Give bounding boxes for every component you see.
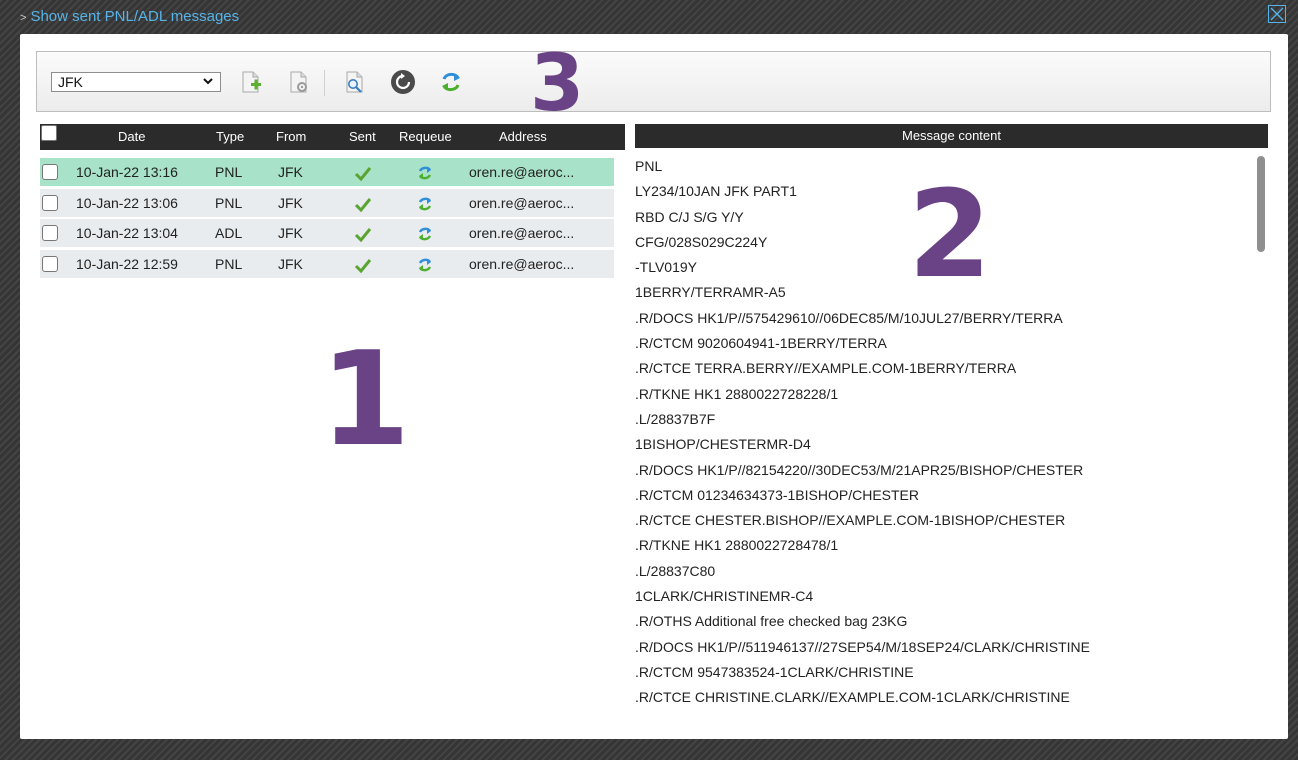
message-line: .R/DOCS HK1/P//82154220//30DEC53/M/21APR…	[635, 461, 1084, 478]
table-row[interactable]: 10-Jan-22 13:04 ADL JFK oren.re@aeroc...	[40, 219, 614, 247]
message-line: .R/CTCM 9020604941-1BERRY/TERRA	[635, 335, 887, 352]
column-date[interactable]: Date	[118, 129, 145, 144]
search-button[interactable]	[341, 68, 369, 96]
message-line: 1CLARK/CHRISTINEMR-C4	[635, 588, 814, 605]
row-address: oren.re@aeroc...	[469, 164, 575, 180]
requeue-icon[interactable]	[416, 225, 434, 243]
close-button[interactable]	[1268, 5, 1286, 23]
row-date: 10-Jan-22 13:04	[76, 225, 178, 241]
message-line: .L/28837C80	[635, 562, 716, 579]
new-message-button[interactable]	[237, 68, 265, 96]
requeue-icon[interactable]	[416, 164, 434, 182]
create-settings-button[interactable]	[285, 68, 313, 96]
station-select[interactable]: JFK	[51, 72, 221, 92]
dialog-title[interactable]: > Show sent PNL/ADL messages	[20, 8, 239, 25]
message-line: .R/CTCE CHESTER.BISHOP//EXAMPLE.COM-1BIS…	[635, 512, 1066, 529]
chevron-down-icon	[203, 78, 213, 85]
message-line: .R/OTHS Additional free checked bag 23KG	[635, 613, 908, 630]
row-from: JFK	[278, 194, 303, 211]
new-message-icon	[242, 71, 261, 93]
row-checkbox[interactable]	[42, 194, 58, 211]
sent-check-icon	[354, 228, 372, 243]
select-all-checkbox[interactable]	[41, 125, 57, 141]
refresh-icon	[391, 70, 415, 94]
sent-check-icon	[354, 258, 372, 273]
requeue-icon	[442, 72, 460, 92]
table-row[interactable]: 10-Jan-22 13:16 PNL JFK oren.re@aeroc...	[40, 158, 614, 186]
row-type: PNL	[215, 164, 243, 180]
row-type: PNL	[215, 255, 243, 272]
row-checkbox[interactable]	[42, 225, 58, 241]
message-line: .R/CTCE CHRISTINE.CLARK//EXAMPLE.COM-1CL…	[635, 689, 1070, 706]
row-address: oren.re@aeroc...	[469, 194, 575, 211]
search-icon	[346, 71, 363, 93]
sent-check-icon	[354, 167, 372, 182]
dialog-title-label: Show sent PNL/ADL messages	[30, 8, 240, 25]
toolbar-separator	[324, 70, 325, 96]
row-from: JFK	[278, 255, 303, 272]
row-address: oren.re@aeroc...	[469, 225, 575, 241]
refresh-button[interactable]	[389, 68, 417, 96]
title-caret: >	[20, 12, 27, 24]
row-from: JFK	[278, 164, 303, 180]
dialog-titlebar: > Show sent PNL/ADL messages	[0, 0, 1298, 34]
column-from[interactable]: From	[276, 129, 306, 144]
column-requeue[interactable]: Requeue	[399, 129, 452, 144]
requeue-icon[interactable]	[416, 256, 434, 274]
table-row[interactable]: 10-Jan-22 13:06 PNL JFK oren.re@aeroc...	[40, 188, 614, 217]
callout-2: 2	[908, 166, 992, 305]
message-content-header: Message content	[635, 124, 1268, 148]
create-settings-icon	[290, 71, 307, 93]
station-select-value: JFK	[58, 74, 83, 90]
row-type: ADL	[215, 225, 243, 241]
message-line: .R/DOCS HK1/P//575429610//06DEC85/M/10JU…	[635, 309, 1063, 326]
row-date: 10-Jan-22 13:16	[76, 164, 178, 180]
message-line: .R/CTCM 01234634373-1BISHOP/CHESTER	[635, 486, 919, 503]
message-line: .R/DOCS HK1/P//511946137//27SEP54/M/18SE…	[635, 638, 1090, 655]
callout-1: 1	[320, 323, 411, 475]
row-date: 10-Jan-22 13:06	[76, 194, 178, 211]
column-address[interactable]: Address	[499, 129, 547, 144]
row-checkbox[interactable]	[42, 255, 58, 272]
message-line: .R/TKNE HK1 2880022728228/1	[635, 385, 839, 402]
row-from: JFK	[278, 225, 303, 241]
dialog-panel: JFK 3 Date Type From Sent Requeue Addres…	[20, 34, 1288, 739]
message-line: .R/CTCM 9547383524-1CLARK/CHRISTINE	[635, 663, 914, 680]
toolbar: JFK	[36, 51, 1271, 112]
close-icon	[1270, 7, 1284, 21]
row-date: 10-Jan-22 12:59	[76, 255, 178, 272]
sent-check-icon	[354, 197, 372, 212]
requeue-icon[interactable]	[416, 195, 434, 213]
table-row[interactable]: 10-Jan-22 12:59 PNL JFK oren.re@aeroc...	[40, 249, 614, 278]
message-list-header: Date Type From Sent Requeue Address	[40, 124, 625, 150]
message-line: .R/TKNE HK1 2880022728478/1	[635, 537, 839, 554]
message-line: 1BISHOP/CHESTERMR-D4	[635, 436, 811, 453]
message-content-scrollbar[interactable]	[1257, 156, 1265, 252]
row-checkbox[interactable]	[42, 164, 58, 180]
row-address: oren.re@aeroc...	[469, 255, 575, 272]
column-type[interactable]: Type	[216, 129, 244, 144]
message-line: .L/28837B7F	[635, 410, 716, 427]
callout-3: 3	[530, 39, 585, 129]
column-sent[interactable]: Sent	[349, 129, 376, 144]
row-type: PNL	[215, 194, 243, 211]
message-line: .R/CTCE TERRA.BERRY//EXAMPLE.COM-1BERRY/…	[635, 360, 1017, 377]
requeue-button[interactable]	[437, 68, 465, 96]
